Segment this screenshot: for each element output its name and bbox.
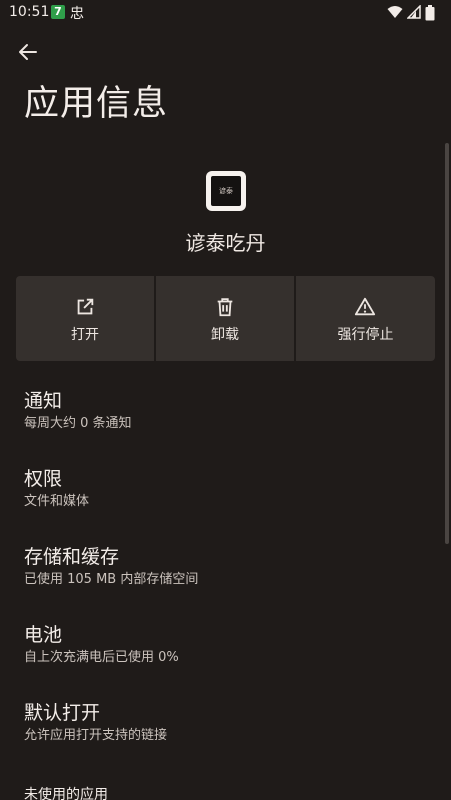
app-icon: 谚泰 [206, 171, 246, 211]
list-item-subtitle: 文件和媒体 [24, 494, 90, 509]
list-item-subtitle: 每周大约 0 条通知 [24, 416, 132, 431]
app-icon-image: 谚泰 [211, 176, 241, 206]
open-button[interactable]: 打开 [16, 276, 154, 361]
status-bar: 10:51 7 忠 [0, 0, 451, 26]
list-item-open-by-default[interactable]: 默认打开 允许应用打开支持的链接 [24, 701, 424, 745]
list-item-subtitle: 自上次充满电后已使用 0% [24, 650, 179, 665]
list-item-unused-apps[interactable]: 未使用的应用 [24, 784, 424, 800]
list-item-title: 存储和缓存 [24, 546, 120, 568]
list-item-title: 未使用的应用 [24, 787, 108, 800]
back-button[interactable] [16, 40, 40, 64]
list-item-title: 权限 [24, 468, 63, 490]
open-button-label: 打开 [71, 327, 99, 343]
list-item-storage[interactable]: 存储和缓存 已使用 105 MB 内部存储空间 [24, 545, 424, 589]
notification-app-icon: 忠 [70, 6, 84, 22]
battery-icon [425, 5, 435, 21]
page-title: 应用信息 [24, 84, 169, 124]
force-stop-button-label: 强行停止 [337, 327, 394, 343]
list-item-title: 默认打开 [24, 702, 101, 724]
open-in-new-icon [77, 298, 94, 315]
wifi-icon [387, 6, 403, 18]
uninstall-button[interactable]: 卸载 [156, 276, 294, 361]
app-info-screen: 10:51 7 忠 应用信息 谚泰 谚泰吃丹 打开 卸载 强行停止 通知 每周大… [0, 0, 451, 800]
list-item-permissions[interactable]: 权限 文件和媒体 [24, 467, 424, 511]
warning-icon [354, 297, 376, 316]
arrow-back-icon [19, 44, 37, 60]
status-icons [383, 5, 435, 21]
force-stop-button[interactable]: 强行停止 [296, 276, 435, 361]
list-item-subtitle: 允许应用打开支持的链接 [24, 728, 168, 743]
notification-badge-icon: 7 [51, 5, 65, 19]
list-item-subtitle: 已使用 105 MB 内部存储空间 [24, 572, 199, 587]
uninstall-button-label: 卸载 [211, 327, 239, 343]
signal-icon [407, 5, 421, 19]
trash-icon [217, 298, 233, 317]
list-item-battery[interactable]: 电池 自上次充满电后已使用 0% [24, 623, 424, 667]
app-name: 谚泰吃丹 [185, 231, 266, 255]
action-buttons: 打开 卸载 强行停止 [16, 276, 435, 361]
status-time: 10:51 [9, 4, 50, 20]
list-item-title: 通知 [24, 390, 63, 412]
list-item-notifications[interactable]: 通知 每周大约 0 条通知 [24, 389, 424, 433]
scrollbar[interactable] [445, 143, 449, 544]
list-item-title: 电池 [24, 624, 63, 646]
